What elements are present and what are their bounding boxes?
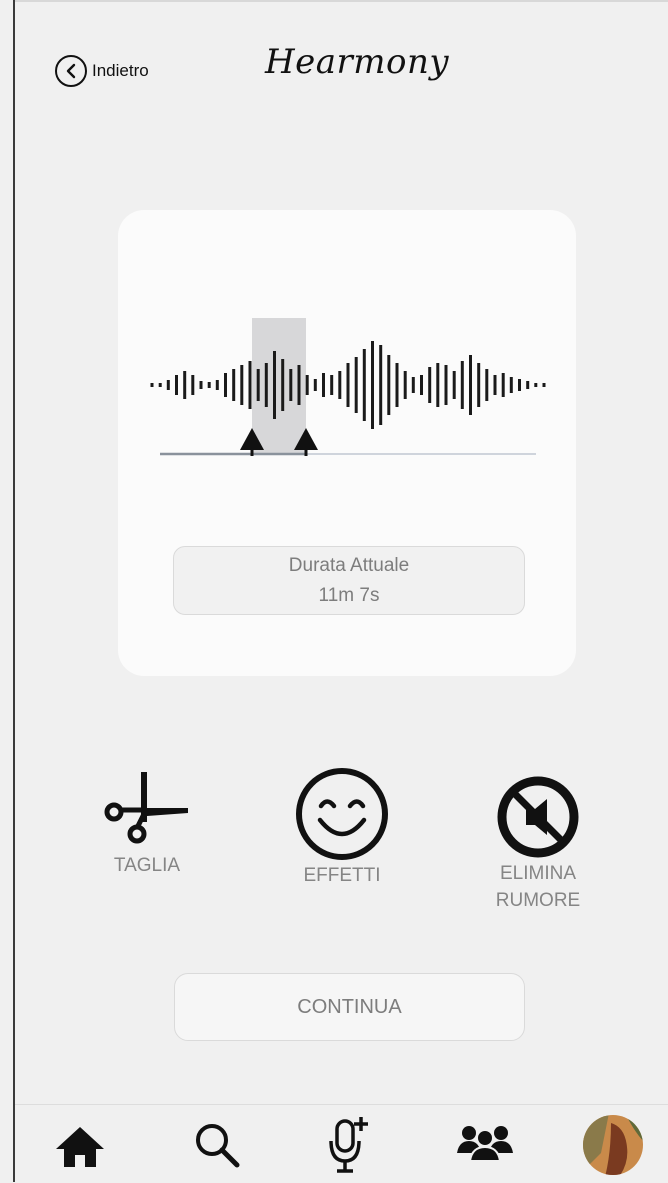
waveform-bars xyxy=(150,341,546,429)
back-button[interactable]: Indietro xyxy=(55,55,149,87)
effects-button[interactable]: EFFETTI xyxy=(282,766,402,889)
app-logo: Hearmony xyxy=(265,42,450,82)
back-chevron-icon xyxy=(55,55,87,87)
window-left-border xyxy=(13,0,15,1182)
home-icon xyxy=(56,1127,104,1167)
smiley-icon xyxy=(296,768,388,860)
noise-removal-button[interactable]: ELIMINA RUMORE xyxy=(468,774,608,914)
bottom-navigation xyxy=(15,1104,668,1183)
duration-value: 11m 7s xyxy=(318,585,380,606)
waveform[interactable] xyxy=(118,210,576,510)
nav-community[interactable] xyxy=(455,1121,515,1168)
noise-removal-label-line2: RUMORE xyxy=(495,890,581,911)
nav-profile[interactable] xyxy=(581,1113,645,1182)
profile-avatar xyxy=(583,1115,643,1175)
mute-icon xyxy=(497,776,579,858)
nav-home[interactable] xyxy=(53,1123,107,1174)
audio-editor-card: Durata Attuale 11m 7s xyxy=(118,210,576,676)
window-top-border xyxy=(13,0,668,2)
search-icon xyxy=(196,1124,240,1168)
back-label: Indietro xyxy=(92,61,149,80)
continue-button[interactable]: CONTINUA xyxy=(174,973,525,1041)
effects-label: EFFETTI xyxy=(303,865,381,886)
add-mic-icon xyxy=(329,1117,368,1173)
trim-button[interactable]: TAGLIA xyxy=(92,768,202,879)
nav-search[interactable] xyxy=(193,1121,241,1174)
community-icon xyxy=(457,1126,513,1162)
current-duration: Durata Attuale 11m 7s xyxy=(173,546,525,615)
scissors-icon xyxy=(104,772,188,844)
trim-label: TAGLIA xyxy=(113,855,181,876)
noise-removal-label-line1: ELIMINA xyxy=(499,863,577,884)
duration-label: Durata Attuale xyxy=(288,555,410,576)
nav-record[interactable] xyxy=(327,1115,371,1180)
